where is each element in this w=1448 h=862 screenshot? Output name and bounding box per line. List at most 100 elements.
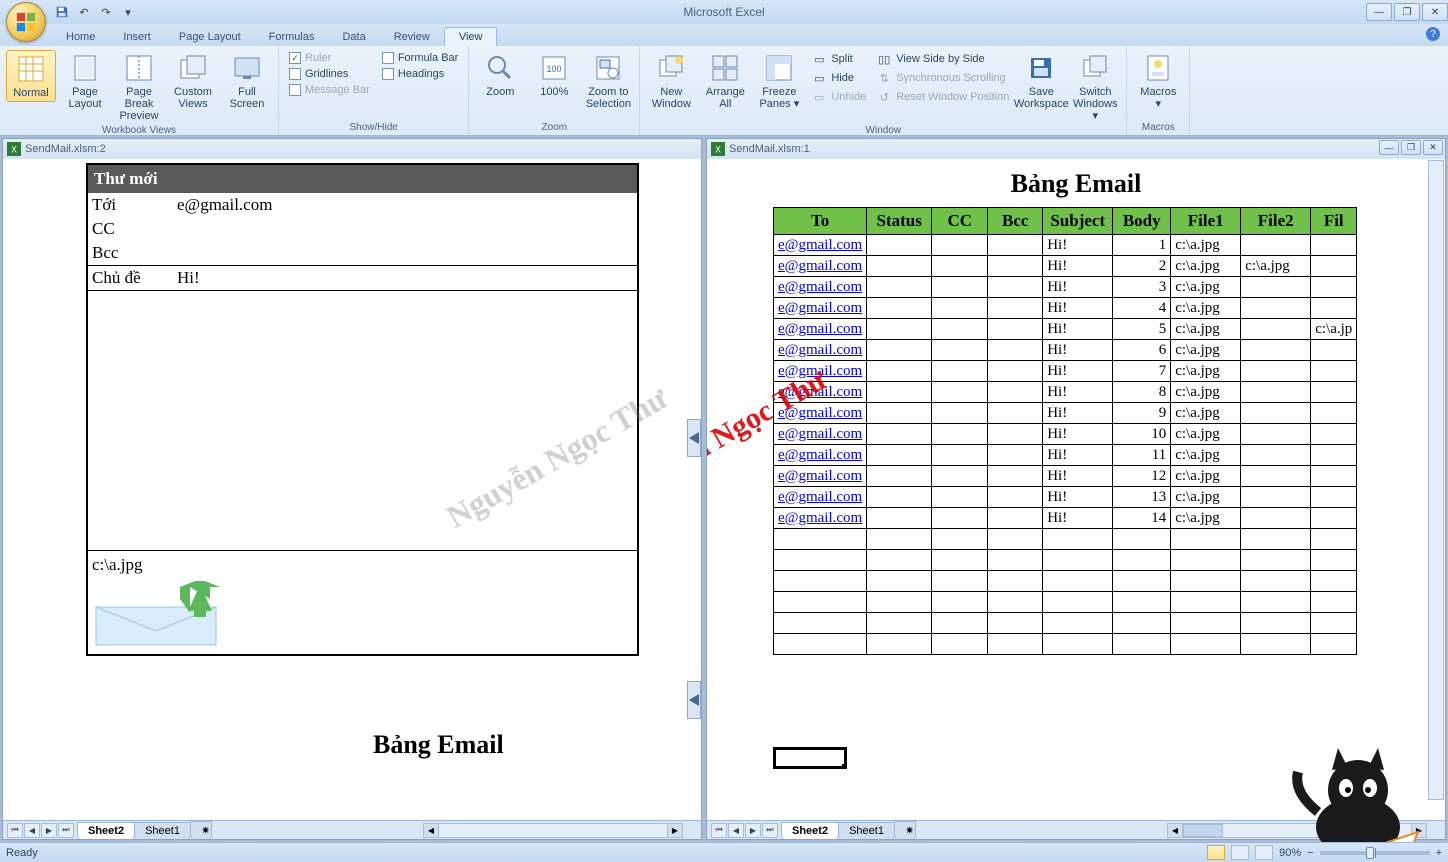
col-to[interactable]: To — [774, 208, 867, 235]
qat-customize-icon[interactable]: ▾ — [120, 4, 136, 20]
gridlines-checkbox[interactable]: Gridlines — [289, 68, 370, 80]
minimize-button[interactable]: — — [1366, 3, 1392, 21]
table-row[interactable]: e@gmail.comHi!9c:\a.jpg — [774, 403, 1357, 424]
fill-handle[interactable] — [842, 764, 847, 769]
tab-insert[interactable]: Insert — [109, 28, 165, 46]
view-break-icon[interactable] — [1255, 845, 1273, 860]
table-row[interactable] — [774, 571, 1357, 592]
qat-undo-icon[interactable]: ↶ — [76, 4, 92, 20]
table-row[interactable] — [774, 613, 1357, 634]
selected-cell[interactable] — [773, 747, 847, 769]
restore-button[interactable]: ❐ — [1394, 3, 1420, 21]
switch-windows-button[interactable]: Switch Windows ▾ — [1070, 50, 1120, 124]
sheet-nav-first[interactable]: ⏮ — [7, 823, 23, 838]
table-row[interactable]: e@gmail.comHi!4c:\a.jpg — [774, 298, 1357, 319]
split-button[interactable]: ▭Split — [808, 50, 869, 68]
table-row[interactable]: e@gmail.comHi!7c:\a.jpg — [774, 361, 1357, 382]
zoom-out-button[interactable]: − — [1307, 847, 1313, 859]
custom-views-button[interactable]: Custom Views — [168, 50, 218, 112]
qat-save-icon[interactable] — [54, 4, 70, 20]
sheet-nav-last[interactable]: ⏭ — [58, 823, 74, 838]
sheet-tab-new-r[interactable]: ✷ — [894, 821, 916, 839]
tab-home[interactable]: Home — [52, 28, 109, 46]
headings-checkbox[interactable]: Headings — [382, 68, 459, 80]
col-body[interactable]: Body — [1113, 208, 1171, 235]
col-cc[interactable]: CC — [932, 208, 988, 235]
new-window-button[interactable]: New Window — [646, 50, 696, 112]
table-row[interactable]: e@gmail.comHi!3c:\a.jpg — [774, 277, 1357, 298]
col-bcc[interactable]: Bcc — [988, 208, 1043, 235]
sheet-tab-sheet2-r[interactable]: Sheet2 — [781, 822, 839, 839]
col-fil[interactable]: Fil — [1311, 208, 1357, 235]
table-row[interactable]: e@gmail.comHi!2c:\a.jpgc:\a.jpg — [774, 256, 1357, 277]
table-row[interactable]: e@gmail.comHi!12c:\a.jpg — [774, 466, 1357, 487]
splitter-handle-1[interactable] — [687, 419, 701, 457]
child-close[interactable]: ✕ — [1423, 140, 1443, 155]
zoom-100-button[interactable]: 100100% — [529, 50, 579, 100]
sheet-nav-first-r[interactable]: ⏮ — [711, 823, 727, 838]
tab-page-layout[interactable]: Page Layout — [165, 28, 255, 46]
sheet-tab-new[interactable]: ✷ — [190, 821, 212, 839]
macros-button[interactable]: Macros ▾ — [1133, 50, 1183, 112]
sheet-nav-next[interactable]: ▶ — [41, 823, 57, 838]
hscroll-left[interactable]: ◀▶ — [423, 823, 683, 838]
send-mail-icon[interactable] — [92, 581, 232, 647]
close-button[interactable]: ✕ — [1422, 3, 1448, 21]
table-row[interactable] — [774, 550, 1357, 571]
vscroll-right[interactable] — [1428, 160, 1444, 800]
sheet-tab-sheet2[interactable]: Sheet2 — [77, 822, 135, 839]
freeze-panes-button[interactable]: Freeze Panes ▾ — [754, 50, 804, 112]
sheet-area-left[interactable]: Thư mới Tớie@gmail.com CC Bcc Chủ đềHi! … — [3, 159, 701, 820]
normal-view-button[interactable]: Normal — [6, 50, 56, 102]
child-minimize[interactable]: — — [1379, 140, 1399, 155]
help-icon[interactable]: ? — [1426, 27, 1440, 41]
table-row[interactable] — [774, 529, 1357, 550]
table-row[interactable] — [774, 592, 1357, 613]
page-layout-button[interactable]: Page Layout — [60, 50, 110, 112]
splitter-handle-2[interactable] — [687, 681, 701, 719]
to-value[interactable]: e@gmail.com — [177, 195, 272, 215]
tab-formulas[interactable]: Formulas — [255, 28, 329, 46]
child-restore[interactable]: ❐ — [1401, 140, 1421, 155]
table-row[interactable]: e@gmail.comHi!13c:\a.jpg — [774, 487, 1357, 508]
hide-button[interactable]: ▭Hide — [808, 69, 869, 87]
sheet-tab-sheet1-r[interactable]: Sheet1 — [838, 822, 895, 839]
table-row[interactable]: e@gmail.comHi!1c:\a.jpg — [774, 235, 1357, 256]
formula-bar-checkbox[interactable]: Formula Bar — [382, 52, 459, 64]
table-row[interactable]: e@gmail.comHi!5c:\a.jpgc:\a.jp — [774, 319, 1357, 340]
view-normal-icon[interactable] — [1207, 845, 1225, 860]
table-row[interactable]: e@gmail.comHi!11c:\a.jpg — [774, 445, 1357, 466]
zoom-selection-button[interactable]: Zoom to Selection — [583, 50, 633, 112]
sheet-nav-prev-r[interactable]: ◀ — [728, 823, 744, 838]
col-file1[interactable]: File1 — [1171, 208, 1241, 235]
sheet-area-right[interactable]: Bảng Email ToStatusCCBccSubjectBodyFile1… — [707, 159, 1445, 820]
zoom-slider[interactable] — [1320, 851, 1430, 855]
col-status[interactable]: Status — [867, 208, 932, 235]
tab-review[interactable]: Review — [380, 28, 444, 46]
col-subject[interactable]: Subject — [1043, 208, 1113, 235]
sheet-tab-sheet1[interactable]: Sheet1 — [134, 822, 191, 839]
form-body[interactable] — [88, 290, 637, 550]
subject-value[interactable]: Hi! — [177, 268, 200, 288]
save-workspace-button[interactable]: Save Workspace — [1016, 50, 1066, 112]
table-row[interactable]: e@gmail.comHi!14c:\a.jpg — [774, 508, 1357, 529]
side-by-side-button[interactable]: ▯▯View Side by Side — [873, 50, 1012, 68]
sheet-nav-prev[interactable]: ◀ — [24, 823, 40, 838]
zoom-in-button[interactable]: + — [1436, 847, 1442, 859]
tab-data[interactable]: Data — [328, 28, 379, 46]
view-layout-icon[interactable] — [1231, 845, 1249, 860]
col-file2[interactable]: File2 — [1241, 208, 1311, 235]
zoom-button[interactable]: Zoom — [475, 50, 525, 100]
table-row[interactable]: e@gmail.comHi!10c:\a.jpg — [774, 424, 1357, 445]
tab-view[interactable]: View — [444, 27, 498, 46]
arrange-all-button[interactable]: Arrange All — [700, 50, 750, 112]
table-row[interactable] — [774, 634, 1357, 655]
table-row[interactable]: e@gmail.comHi!8c:\a.jpg — [774, 382, 1357, 403]
sheet-nav-last-r[interactable]: ⏭ — [762, 823, 778, 838]
qat-redo-icon[interactable]: ↷ — [98, 4, 114, 20]
sheet-nav-next-r[interactable]: ▶ — [745, 823, 761, 838]
office-button[interactable] — [6, 2, 46, 42]
full-screen-button[interactable]: Full Screen — [222, 50, 272, 112]
page-break-button[interactable]: Page Break Preview — [114, 50, 164, 124]
table-row[interactable]: e@gmail.comHi!6c:\a.jpg — [774, 340, 1357, 361]
